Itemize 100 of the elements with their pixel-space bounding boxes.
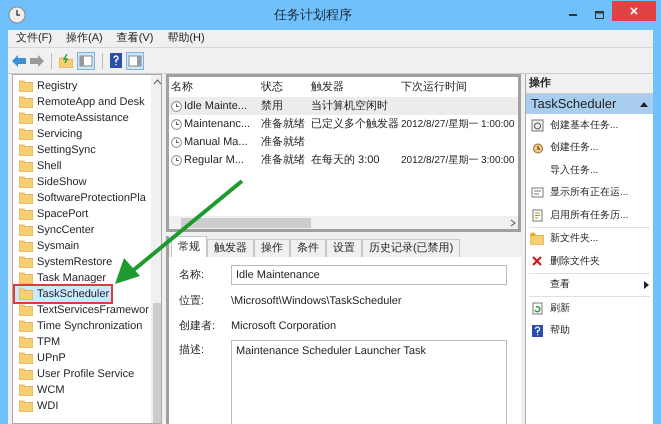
table-cell-text: 当计算机空闲时 [311, 98, 388, 114]
action-item[interactable]: 删除文件夹 [526, 250, 653, 272]
folder-icon [19, 192, 33, 204]
task-row[interactable]: Manual Ma... 准备就绪 [169, 133, 518, 151]
menu-item[interactable]: 查看(V) [116, 30, 154, 47]
column-header[interactable]: 状态 [259, 78, 309, 96]
clock-icon [171, 154, 182, 166]
tree-item[interactable]: Sysmain [19, 238, 151, 254]
horizontal-scrollbar[interactable] [169, 216, 518, 229]
table-cell-text: 准备就绪 [261, 134, 305, 150]
tree-item[interactable]: RemoteApp and Desk [19, 94, 151, 110]
scrollbar-thumb[interactable] [181, 218, 311, 228]
tree-item[interactable]: SideShow [19, 174, 151, 190]
table-cell-text: 已定义多个触发器 [311, 116, 399, 132]
clock-icon [171, 136, 182, 148]
table-cell-text: Regular M... [184, 152, 244, 168]
tab[interactable]: 历史记录(已禁用) [362, 239, 460, 257]
table-cell-text: 准备就绪 [261, 152, 305, 168]
tree-item[interactable]: UPnP [19, 350, 151, 366]
folder-icon [19, 160, 33, 172]
tree-item[interactable]: RemoteAssistance [19, 110, 151, 126]
action-item[interactable]: 导入任务... [526, 159, 653, 182]
tree-item[interactable]: SystemRestore [19, 254, 151, 270]
tree-item[interactable]: SyncCenter [19, 222, 151, 238]
column-header[interactable]: 下次运行时间 [399, 78, 515, 96]
task-row[interactable]: Maintenanc... 准备就绪 已定义多个触发器 2012/8/27/星期一 1:00:00 [169, 115, 518, 133]
tab[interactable]: 触发器 [207, 239, 254, 257]
panel-toggle-icon[interactable] [77, 52, 95, 70]
action-item[interactable]: 显示所有正在运... [526, 182, 653, 204]
tab[interactable]: 常规 [171, 236, 207, 257]
folder-icon [19, 288, 33, 300]
clock-icon [8, 6, 26, 24]
help-icon[interactable] [110, 53, 122, 68]
scroll-right-icon[interactable] [508, 218, 518, 228]
text-area[interactable]: Maintenance Scheduler Launcher Task [231, 340, 507, 424]
tab[interactable]: 操作 [254, 239, 290, 257]
group-header[interactable]: TaskScheduler [526, 94, 653, 114]
folder-icon [19, 368, 33, 380]
close-button[interactable] [612, 1, 656, 21]
tree-item[interactable]: SpacePort [19, 206, 151, 222]
action-item[interactable]: 创建基本任务... [526, 114, 653, 136]
maximize-icon [594, 11, 604, 19]
column-header[interactable]: 触发器 [309, 78, 399, 96]
tree-item[interactable]: Time Synchronization [19, 318, 151, 334]
folder-icon [19, 400, 33, 412]
action-item[interactable]: 启用所有任务历... [526, 204, 653, 226]
clock-icon [171, 100, 182, 112]
table-cell-text: Manual Ma... [184, 134, 248, 150]
tree-item[interactable]: Task Manager [19, 270, 151, 286]
folder-icon [530, 232, 544, 246]
table-cell-text: 在每天的 3:00 [311, 152, 380, 168]
action-item[interactable]: 查看 [526, 274, 653, 296]
tree-item[interactable]: SettingSync [19, 142, 151, 158]
field-label: 名称: [179, 268, 206, 283]
tree-item[interactable]: Servicing [19, 126, 151, 142]
input-field[interactable]: Idle Maintenance [231, 265, 507, 285]
folder-icon [19, 176, 33, 188]
back-arrow-icon[interactable] [12, 54, 26, 66]
tree-item[interactable]: TaskScheduler [15, 286, 112, 302]
column-header[interactable]: 名称 [169, 78, 259, 96]
action-item[interactable]: 创建任务... [526, 136, 653, 159]
menu-item[interactable]: 文件(F) [16, 30, 52, 47]
menu-item[interactable]: 操作(A) [66, 30, 103, 47]
tree-item[interactable]: WDI [19, 398, 151, 414]
tab[interactable]: 设置 [326, 239, 362, 257]
table-cell-text: 禁用 [261, 98, 283, 114]
action-item[interactable]: 帮助 [526, 320, 653, 342]
folder-icon[interactable] [59, 54, 73, 68]
tab[interactable]: 条件 [290, 239, 326, 257]
tree-item[interactable]: TPM [19, 334, 151, 350]
tree-item[interactable]: TextServicesFramewor [19, 302, 151, 318]
folder-icon [19, 256, 33, 268]
tree-item[interactable]: Registry [19, 78, 151, 94]
task-row[interactable]: Regular M... 准备就绪 在每天的 3:00 2012/8/27/星期一 3:00:00 [169, 151, 518, 169]
tree-item[interactable]: Shell [19, 158, 151, 174]
folder-icon [19, 320, 33, 332]
refresh-icon [530, 302, 544, 315]
tree-item[interactable]: WCM [19, 382, 151, 398]
task-row[interactable]: Idle Mainte... 禁用 当计算机空闲时 [169, 97, 518, 115]
table-cell-text: 准备就绪 [261, 116, 305, 132]
minimize-icon [569, 14, 577, 16]
field-label: 位置: [179, 294, 206, 309]
action-item[interactable]: 新文件夹... [526, 228, 653, 250]
action-item[interactable]: 刷新 [526, 297, 653, 320]
scrollbar[interactable] [150, 75, 161, 423]
folder-icon [19, 272, 33, 284]
panel-toggle-icon[interactable] [126, 52, 144, 70]
forward-arrow-icon[interactable] [30, 54, 44, 66]
tree-item[interactable]: SoftwareProtectionPla [19, 190, 151, 206]
panel-header: 操作 [526, 74, 653, 94]
folder-icon [19, 352, 33, 364]
field-label: 创建者: [179, 318, 216, 334]
window-title: 任务计划程序 [273, 6, 353, 24]
clock-icon [530, 141, 544, 154]
delete-icon [531, 255, 543, 268]
menu-item[interactable]: 帮助(H) [167, 30, 205, 47]
tree-item[interactable]: User Profile Service [19, 366, 151, 382]
scrollbar-thumb[interactable] [152, 303, 161, 423]
list-icon [530, 186, 544, 200]
folder-icon [19, 384, 33, 396]
